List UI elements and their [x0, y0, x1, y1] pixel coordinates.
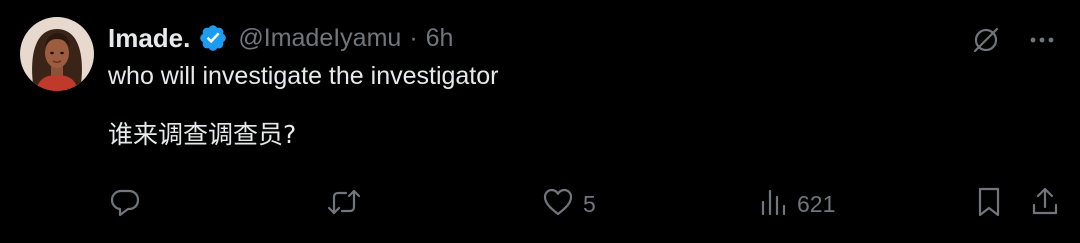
tweet-text-line-1: who will investigate the investigator [108, 62, 499, 90]
handle[interactable]: @ImadeIyamu [238, 24, 401, 53]
tweet-header: Imade. @ImadeIyamu · 6h [108, 20, 453, 56]
views-button[interactable]: 621 [759, 184, 835, 224]
retweet-icon [326, 185, 362, 224]
retweet-button[interactable] [326, 184, 362, 224]
heart-icon [541, 185, 575, 224]
like-count: 5 [583, 190, 596, 217]
bookmark-button[interactable] [973, 184, 1005, 224]
bookmark-icon [973, 185, 1005, 224]
more-icon[interactable] [1024, 22, 1060, 58]
separator-dot: · [409, 23, 418, 52]
views-count: 621 [797, 190, 836, 217]
avatar-image [20, 17, 94, 91]
display-name[interactable]: Imade. [108, 23, 190, 54]
views-icon [759, 185, 789, 224]
reply-icon [108, 185, 142, 224]
tweet-text-line-2: 谁来调查调查员? [108, 120, 297, 149]
avatar[interactable] [20, 17, 94, 91]
share-button[interactable] [1029, 184, 1061, 224]
grok-icon[interactable] [968, 22, 1004, 58]
tweet-top-actions [968, 22, 1060, 58]
reply-button[interactable] [108, 184, 142, 224]
like-button[interactable]: 5 [541, 184, 596, 224]
verified-badge-icon[interactable] [198, 23, 228, 53]
tweet-action-bar: 5 621 [0, 184, 1080, 224]
timestamp[interactable]: 6h [426, 24, 454, 53]
share-icon [1029, 185, 1061, 224]
tweet[interactable]: Imade. @ImadeIyamu · 6h who will investi [0, 0, 1080, 243]
